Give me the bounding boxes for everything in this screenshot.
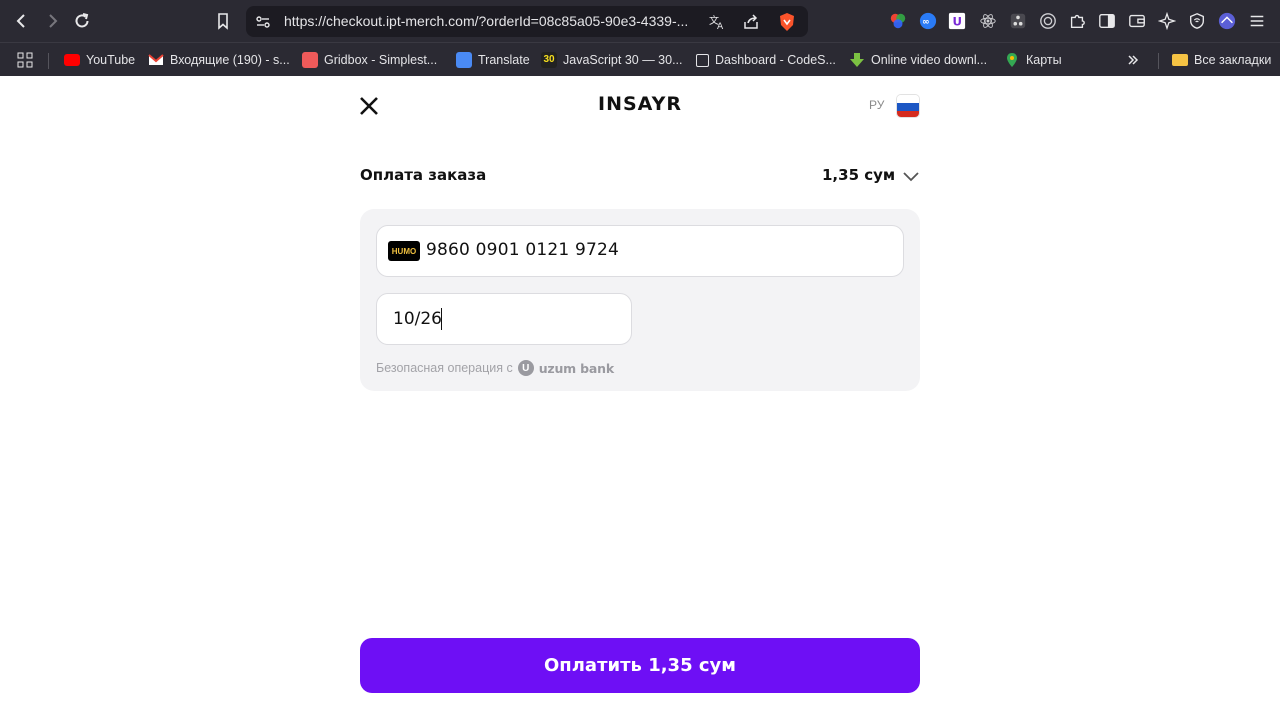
infinity-extension-icon[interactable]: ∞ <box>918 11 938 31</box>
uzum-bank-name: uzum bank <box>538 360 614 376</box>
humo-card-icon: HUMO <box>388 241 420 261</box>
secure-operation-note: Безопасная операция с U uzum bank <box>376 360 614 376</box>
bookmark-javascript30[interactable]: 30 JavaScript 30 — 30... <box>541 50 683 70</box>
page-icon <box>696 53 709 67</box>
bookmark-label: Dashboard - CodeS... <box>715 53 836 67</box>
bookmarks-bar: YouTube Входящие (190) - s... Gridbox - … <box>0 42 1280 76</box>
close-icon[interactable] <box>358 95 380 117</box>
card-number-field[interactable]: HUMO 9860 0901 0121 9724 <box>376 225 904 277</box>
bookmark-icon[interactable] <box>211 9 235 33</box>
apps-grid-icon[interactable] <box>16 50 34 70</box>
gmail-icon <box>148 52 164 68</box>
profile-avatar-icon[interactable] <box>1217 11 1237 31</box>
back-icon[interactable] <box>10 9 34 33</box>
bookmark-gmail[interactable]: Входящие (190) - s... <box>148 50 290 70</box>
bookmarks-divider <box>1158 53 1159 69</box>
colorful-extension-icon[interactable] <box>888 11 908 31</box>
u-extension-icon[interactable]: U <box>947 11 967 31</box>
gridbox-icon <box>302 52 318 68</box>
javascript30-icon: 30 <box>541 52 557 68</box>
uzum-bank-logo-icon: U <box>517 360 534 376</box>
vpn-shield-icon[interactable] <box>1187 11 1207 31</box>
order-title: Оплата заказа <box>360 166 487 184</box>
bookmark-label: Входящие (190) - s... <box>170 53 290 67</box>
bookmark-label: Translate <box>478 53 530 67</box>
menu-icon[interactable] <box>1247 11 1267 31</box>
extensions-puzzle-icon[interactable] <box>1067 11 1087 31</box>
card-form: HUMO 9860 0901 0121 9724 10/26 Безопасна… <box>360 209 920 391</box>
russian-flag-icon[interactable] <box>896 94 920 118</box>
brave-shield-icon[interactable] <box>778 12 796 32</box>
secure-operation-text: Безопасная операция с <box>376 361 513 375</box>
bookmark-label: Карты <box>1026 53 1062 67</box>
pay-button[interactable]: Оплатить 1,35 сум <box>360 638 920 693</box>
language-label[interactable]: РУ <box>869 98 884 112</box>
leo-ai-icon[interactable] <box>1157 11 1177 31</box>
folder-icon <box>1172 54 1188 66</box>
all-bookmarks-label: Все закладки <box>1194 53 1272 67</box>
bookmark-label: YouTube <box>86 53 136 67</box>
site-settings-icon[interactable] <box>254 13 272 31</box>
target-extension-icon[interactable] <box>1038 11 1058 31</box>
bookmark-youtube[interactable]: YouTube <box>64 50 135 70</box>
brand-logo: INSAYR <box>598 93 682 115</box>
graph-extension-icon[interactable] <box>1008 11 1028 31</box>
checkout-page: INSAYR РУ Оплата заказа 1,35 сум HUMO 98… <box>0 77 1280 709</box>
forward-icon[interactable] <box>40 9 64 33</box>
expiry-date-value: 10/26 <box>393 309 442 329</box>
chevron-down-icon[interactable] <box>902 169 920 183</box>
google-translate-icon <box>456 52 472 68</box>
card-number-value: 9860 0901 0121 9724 <box>426 240 620 260</box>
bookmark-video-downloader[interactable]: Online video downl... <box>849 50 987 70</box>
bookmark-label: JavaScript 30 — 30... <box>563 53 683 67</box>
map-pin-icon <box>1004 52 1020 68</box>
sidebar-icon[interactable] <box>1097 11 1117 31</box>
order-amount[interactable]: 1,35 сум <box>822 166 895 184</box>
translate-icon[interactable]: 文A <box>708 13 726 32</box>
svg-text:∞: ∞ <box>922 18 930 28</box>
address-bar[interactable]: https://checkout.ipt-merch.com/?orderId=… <box>246 6 808 37</box>
svg-text:U: U <box>953 15 963 29</box>
bookmark-dashboard[interactable]: Dashboard - CodeS... <box>696 50 836 70</box>
browser-toolbar: https://checkout.ipt-merch.com/?orderId=… <box>0 0 1280 42</box>
bookmark-translate[interactable]: Translate <box>456 50 530 70</box>
url-text: https://checkout.ipt-merch.com/?orderId=… <box>284 13 689 29</box>
youtube-icon <box>64 54 80 66</box>
share-icon[interactable] <box>742 13 760 31</box>
reload-icon[interactable] <box>70 9 94 33</box>
bookmarks-divider <box>48 53 49 69</box>
text-cursor <box>441 308 442 330</box>
all-bookmarks-folder[interactable]: Все закладки <box>1172 50 1271 70</box>
expiry-date-field[interactable]: 10/26 <box>376 293 632 345</box>
bookmark-gridbox[interactable]: Gridbox - Simplest... <box>302 50 437 70</box>
bookmark-maps[interactable]: Карты <box>1004 50 1062 70</box>
wallet-icon[interactable] <box>1127 11 1147 31</box>
more-bookmarks-chevron-icon[interactable] <box>1126 50 1140 70</box>
download-arrow-icon <box>849 52 865 68</box>
bookmark-label: Online video downl... <box>871 53 988 67</box>
react-devtools-icon[interactable] <box>978 11 998 31</box>
bookmark-label: Gridbox - Simplest... <box>324 53 438 67</box>
svg-text:A: A <box>717 22 724 31</box>
